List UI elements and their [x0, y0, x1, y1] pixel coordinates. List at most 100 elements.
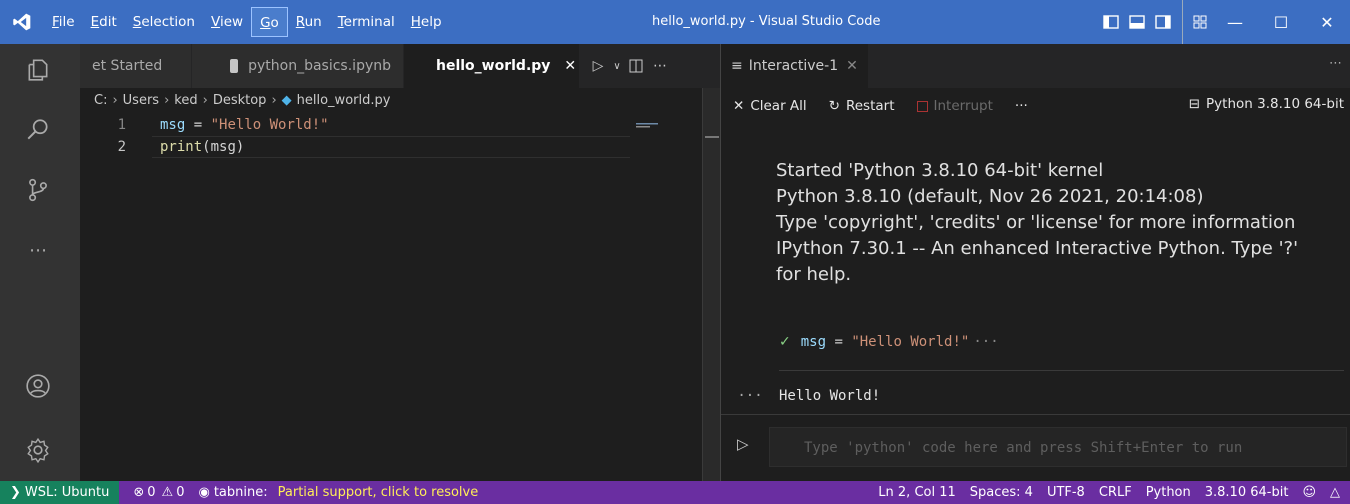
kernel-label: Python 3.8.10 64-bit [1206, 96, 1344, 112]
chevron-down-icon[interactable]: ∨ [610, 44, 624, 88]
problems-indicator[interactable]: ⊗ 0 ⚠ 0 [133, 485, 184, 500]
feedback-icon[interactable]: ☺ [1302, 485, 1316, 500]
toggle-panel-icon[interactable] [1126, 0, 1148, 44]
maximize-icon[interactable]: ☐ [1258, 0, 1304, 44]
window-title: hello_world.py - Visual Studio Code [652, 14, 881, 29]
split-editor-icon[interactable] [624, 44, 648, 88]
chevron-right-icon: › [112, 92, 118, 108]
end-of-line[interactable]: CRLF [1099, 485, 1132, 500]
tab-label: python_basics.ipynb [248, 58, 391, 74]
tabnine-status[interactable]: ◉ tabnine: Partial support, click to res… [198, 485, 478, 500]
cell-result: Hello World! [779, 388, 881, 404]
run-cell-icon[interactable]: ▷ [737, 435, 749, 453]
scrollbar-thumb[interactable] [705, 136, 719, 138]
menu-bar: File Edit Selection View Go Run Terminal… [44, 0, 450, 44]
interpreter[interactable]: 3.8.10 64-bit [1205, 485, 1289, 500]
interrupt-button[interactable]: Interrupt [916, 98, 993, 114]
explorer-icon[interactable] [18, 50, 58, 90]
line-content: msg = "Hello World!" [160, 114, 329, 136]
interactive-window: ≡ Interactive-1 ✕ ⋯ ✕ Clear All ↻ Restart … [720, 44, 1350, 481]
restart-button[interactable]: ↻ Restart [829, 98, 895, 114]
breadcrumb-file[interactable]: hello_world.py [297, 93, 391, 108]
breadcrumb-ked[interactable]: ked [174, 93, 197, 108]
tab-hello-world[interactable]: hello_world.py ✕ [404, 44, 580, 88]
executed-cell[interactable]: ✓ msg = "Hello World!" ··· [779, 334, 999, 350]
menu-run-rest: un [304, 14, 322, 30]
notifications-bell-icon[interactable]: △ [1330, 485, 1340, 500]
output-more-icon[interactable]: ··· [721, 388, 779, 404]
customize-layout-icon[interactable] [1182, 0, 1210, 44]
menu-view[interactable]: View [203, 7, 251, 37]
python-icon: ◆ [281, 92, 292, 108]
minimap[interactable] [636, 118, 676, 128]
editor-tab-bar: et Started python_basics.ipynb hello_wor… [80, 44, 720, 88]
warning-icon: ⚠ [161, 485, 174, 500]
output-line: Started 'Python 3.8.10 64-bit' kernel [776, 160, 1104, 181]
cursor-position[interactable]: Ln 2, Col 11 [878, 485, 955, 500]
toggle-secondary-sidebar-icon[interactable] [1152, 0, 1174, 44]
token-variable: msg [800, 334, 827, 350]
menu-run[interactable]: Run [288, 7, 330, 37]
breadcrumb-drive[interactable]: C: [94, 93, 107, 108]
close-tab-icon[interactable]: ✕ [564, 58, 576, 74]
menu-selection[interactable]: Selection [125, 7, 203, 37]
breadcrumb: C: › Users › ked › Desktop › ◆ hello_world.p… [80, 88, 702, 112]
menu-file[interactable]: File [44, 7, 83, 37]
menu-edit[interactable]: Edit [83, 7, 125, 37]
search-icon[interactable] [18, 110, 58, 150]
remote-indicator[interactable]: ❯ WSL: Ubuntu [0, 481, 120, 504]
editor-actions: ▷ ∨ ⋯ [586, 44, 672, 88]
status-bar-right: Ln 2, Col 11 Spaces: 4 UTF-8 CRLF Python… [878, 481, 1350, 504]
toolbar-more-button[interactable]: ··· [1015, 98, 1028, 114]
output-line: Type 'copyright', 'credits' or 'license'… [776, 212, 1296, 233]
tab-interactive-1[interactable]: ≡ Interactive-1 ✕ [721, 44, 868, 88]
code-line-current: 2 print(msg) [80, 136, 702, 158]
more-actions-icon[interactable]: ⋯ [1329, 56, 1342, 71]
kernel-picker[interactable]: ⊟ Python 3.8.10 64-bit [1189, 96, 1344, 112]
error-icon: ⊗ [133, 485, 145, 500]
title-bar-controls: — ☐ ✕ [1098, 0, 1350, 44]
indentation[interactable]: Spaces: 4 [970, 485, 1033, 500]
notebook-icon [230, 59, 239, 73]
interactive-input[interactable]: Type 'python' code here and press Shift+… [769, 427, 1347, 467]
encoding[interactable]: UTF-8 [1047, 485, 1085, 500]
kernel-output: Started 'Python 3.8.10 64-bit' kernel Py… [776, 158, 1336, 288]
tab-get-started[interactable]: et Started [80, 44, 192, 88]
tabnine-message[interactable]: Partial support, click to resolve [278, 485, 479, 500]
close-window-icon[interactable]: ✕ [1304, 0, 1350, 44]
restart-icon: ↻ [828, 98, 840, 114]
token-operator: = [185, 117, 211, 133]
run-python-icon[interactable]: ▷ [586, 44, 610, 88]
language-mode[interactable]: Python [1146, 485, 1191, 500]
source-control-icon[interactable] [18, 170, 58, 210]
breadcrumb-desktop[interactable]: Desktop [213, 93, 267, 108]
account-icon[interactable] [18, 366, 58, 406]
clear-all-button[interactable]: ✕ Clear All [733, 98, 807, 114]
more-actions-icon[interactable]: ⋯ [648, 44, 672, 88]
minimize-icon[interactable]: — [1212, 0, 1258, 44]
menu-view-rest: iew [219, 14, 244, 30]
tabnine-label: tabnine: [213, 485, 268, 500]
editor-scrollbar[interactable] [702, 88, 720, 481]
interactive-tab-bar: ≡ Interactive-1 ✕ ⋯ [721, 44, 1350, 88]
code-editor[interactable]: 1 msg = "Hello World!" 2 print(msg) [80, 114, 702, 434]
interactive-window-icon: ≡ [731, 58, 743, 74]
menu-go[interactable]: Go [251, 7, 288, 37]
line-content: print(msg) [160, 136, 244, 158]
interrupt-label: Interrupt [933, 98, 993, 114]
code-line: 1 msg = "Hello World!" [80, 114, 702, 136]
more-views-icon[interactable]: ⋯ [18, 230, 58, 270]
remote-label: WSL: Ubuntu [24, 485, 110, 500]
close-tab-icon[interactable]: ✕ [846, 58, 858, 74]
token-variable: msg [160, 117, 186, 133]
menu-go-rest: o [270, 15, 279, 31]
menu-help[interactable]: Help [403, 7, 450, 37]
menu-terminal[interactable]: Terminal [330, 7, 403, 37]
chevron-right-icon: › [271, 92, 277, 108]
breadcrumb-users[interactable]: Users [123, 93, 159, 108]
tab-python-basics[interactable]: python_basics.ipynb [192, 44, 404, 88]
clear-all-label: Clear All [750, 98, 807, 114]
settings-gear-icon[interactable] [18, 430, 58, 470]
toggle-sidebar-icon[interactable] [1100, 0, 1122, 44]
stop-icon [916, 100, 928, 112]
